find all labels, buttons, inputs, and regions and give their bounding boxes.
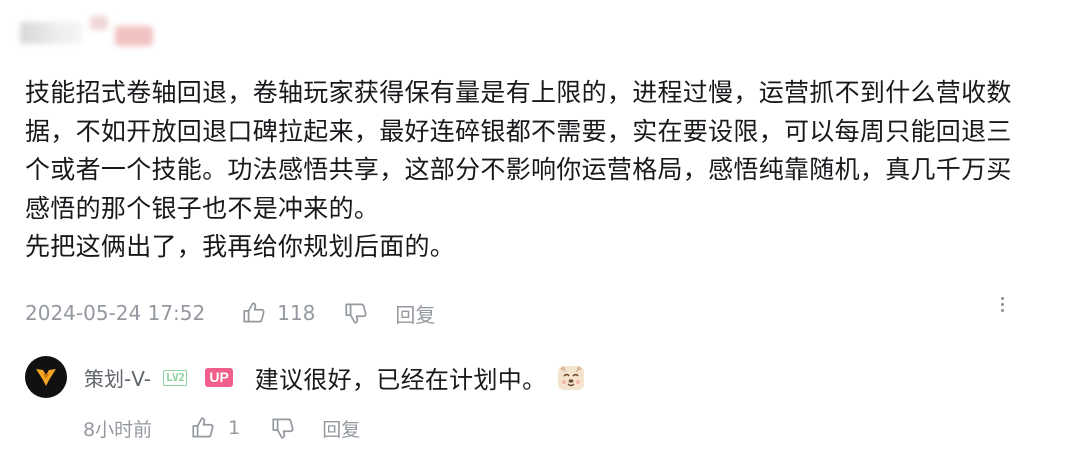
thumbs-up-icon[interactable] xyxy=(241,300,267,326)
thumbs-down-icon[interactable] xyxy=(343,300,369,326)
comment-timestamp: 2024-05-24 17:52 xyxy=(25,301,206,325)
reply-button[interactable]: 回复 xyxy=(395,299,435,328)
dog-face-emoji xyxy=(556,363,586,393)
thumbs-up-icon[interactable] xyxy=(190,415,216,441)
up-badge: UP xyxy=(205,368,233,387)
reply-timestamp: 8小时前 xyxy=(83,418,153,441)
reply-meta-row: 8小时前 1 回复 xyxy=(83,412,360,444)
reply-username[interactable]: 策划-V- xyxy=(84,363,151,392)
reply-like-count: 1 xyxy=(228,417,241,439)
avatar-logo-icon xyxy=(36,369,56,386)
comment-meta-row: 2024-05-24 17:52 118 回复 xyxy=(25,296,435,330)
comment-text: 技能招式卷轴回退，卷轴玩家获得保有量是有上限的，进程过慢，运营抓不到什么营收数 … xyxy=(25,78,1012,261)
like-count: 118 xyxy=(277,301,316,325)
reply-reply-button[interactable]: 回复 xyxy=(322,415,360,442)
reply-text: 建议很好，已经在计划中。 xyxy=(254,366,547,394)
avatar[interactable] xyxy=(25,356,67,398)
level-badge: LV2 xyxy=(162,369,188,386)
reply-header: 策划-V- LV2 UP 建议很好，已经在计划中。 xyxy=(84,360,586,395)
thumbs-down-icon[interactable] xyxy=(270,415,296,441)
blurred-username xyxy=(20,12,153,48)
more-vertical-icon[interactable] xyxy=(996,294,1008,320)
